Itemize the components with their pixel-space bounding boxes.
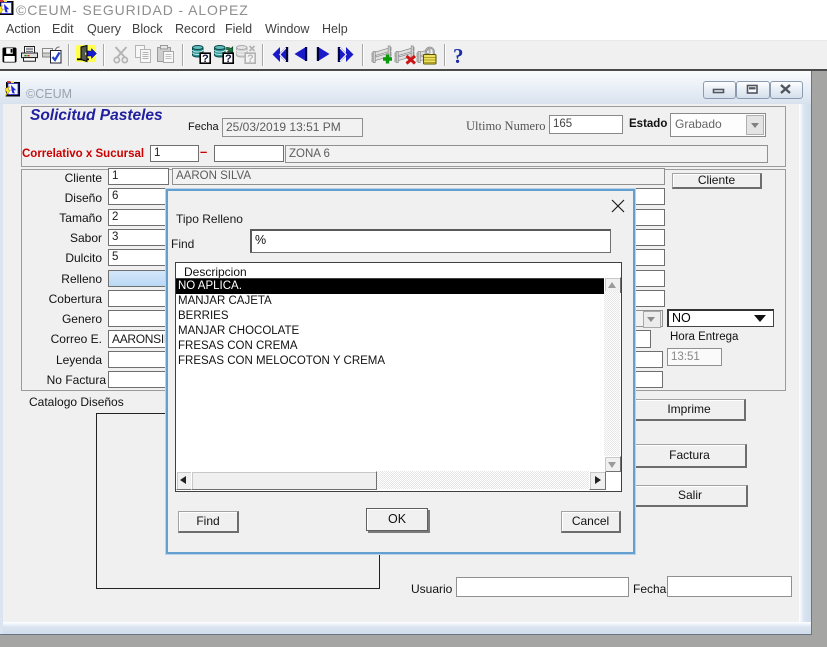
svg-text:?: ? [225, 53, 232, 64]
svg-text:?: ? [202, 53, 209, 64]
svg-text:?: ? [247, 53, 254, 64]
